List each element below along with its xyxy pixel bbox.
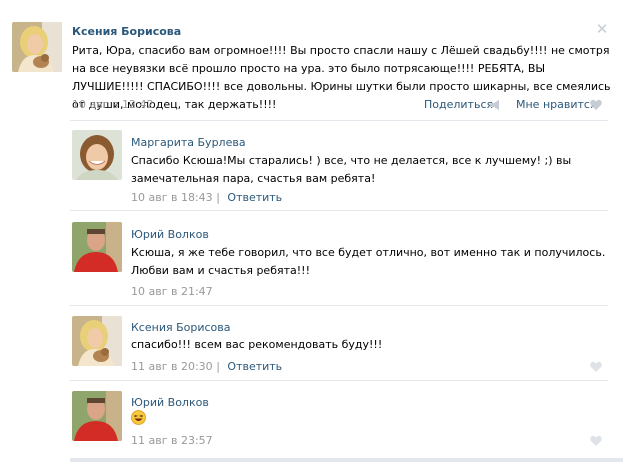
divider: [70, 210, 608, 211]
reply-button[interactable]: Ответить: [227, 360, 282, 373]
comment-text: Ксюша, я же тебе говорил, что все будет …: [131, 246, 606, 277]
close-icon[interactable]: ✕: [595, 22, 609, 37]
avatar[interactable]: [72, 316, 122, 366]
comment-author[interactable]: Юрий Волков: [131, 228, 209, 241]
wall-post: Ксения Борисова ✕ Рита, Юра, спасибо вам…: [0, 0, 623, 120]
comment-date[interactable]: 11 авг в 20:30: [131, 360, 213, 373]
comment-meta: 11 авг в 20:30 | Ответить: [131, 360, 282, 373]
comment-meta: 10 авг в 18:43 | Ответить: [131, 191, 282, 204]
share-button[interactable]: Поделиться: [424, 98, 493, 111]
reply-button[interactable]: Ответить: [227, 191, 282, 204]
laughing-smiley-icon: [131, 410, 146, 425]
comment-date[interactable]: 10 авг в 21:47: [131, 285, 213, 298]
comment-author[interactable]: Маргарита Бурлева: [131, 136, 246, 149]
post-date[interactable]: 10 авг в 12:42: [72, 98, 154, 111]
post-author[interactable]: Ксения Борисова: [72, 25, 181, 38]
divider: [70, 380, 608, 381]
heart-icon[interactable]: [590, 361, 602, 372]
comment-author[interactable]: Юрий Волков: [131, 396, 209, 409]
comment-text: Спасибо Ксюша!Мы старались! ) все, что н…: [131, 154, 572, 185]
avatar[interactable]: [72, 391, 122, 441]
divider: [70, 305, 608, 306]
meta-separator: |: [216, 360, 220, 373]
heart-icon[interactable]: [590, 99, 602, 110]
like-button[interactable]: Мне нравится: [516, 98, 597, 111]
comment-author[interactable]: Ксения Борисова: [131, 321, 231, 334]
meta-separator: |: [216, 191, 220, 204]
comment-date[interactable]: 11 авг в 23:57: [131, 434, 213, 447]
comment-date[interactable]: 10 авг в 18:43: [131, 191, 213, 204]
avatar[interactable]: [12, 22, 62, 72]
avatar[interactable]: [72, 130, 122, 180]
comment-text: спасибо!!! всем вас рекомендовать буду!!…: [131, 338, 383, 351]
megaphone-icon[interactable]: [489, 100, 501, 110]
heart-icon[interactable]: [590, 435, 602, 446]
divider: [70, 458, 623, 462]
avatar[interactable]: [72, 222, 122, 272]
divider: [70, 120, 608, 121]
